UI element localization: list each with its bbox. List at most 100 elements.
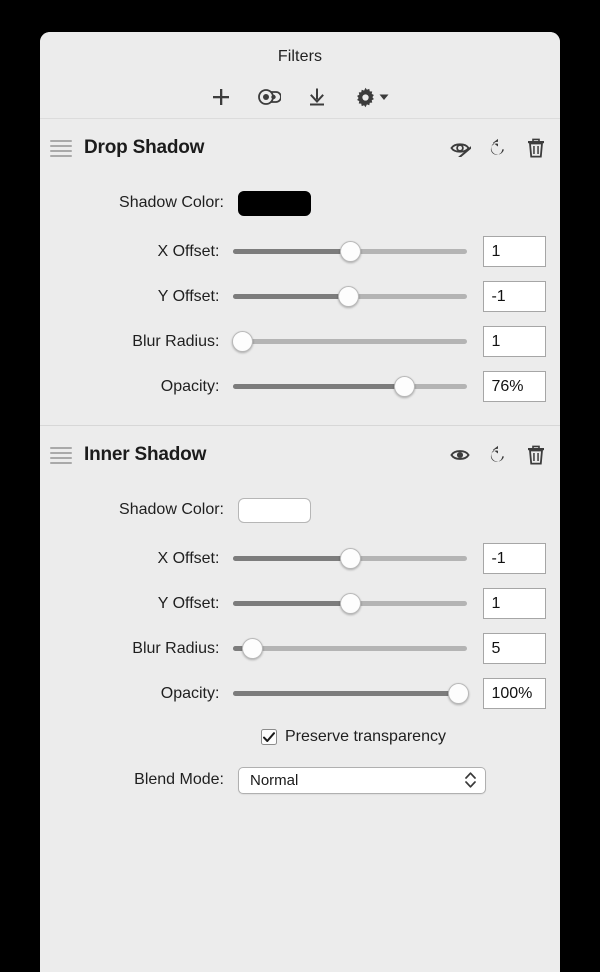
x-offset-label: X Offset:	[157, 242, 220, 260]
toggle-visibility-button[interactable]	[448, 136, 472, 160]
import-filter-button[interactable]	[302, 82, 332, 112]
y-offset-label: Y Offset:	[157, 594, 220, 612]
shadow-color-label: Shadow Color:	[119, 501, 224, 518]
filter-section-drop-shadow: Drop Shadow Shadow Color: X Offset: 1 Y …	[40, 119, 560, 425]
page-title: Filters	[277, 48, 323, 65]
opacity-row: Opacity: 100%	[40, 671, 560, 716]
opacity-label: Opacity:	[160, 684, 220, 702]
eye-slash-icon	[450, 143, 471, 157]
panel-titlebar: Filters	[40, 32, 560, 119]
filters-panel: Filters Drop Shadow Shadow Color: X Offs…	[40, 32, 560, 972]
blend-mode-label: Blend Mode:	[134, 771, 224, 788]
y-offset-slider[interactable]	[233, 592, 468, 616]
opacity-slider[interactable]	[233, 375, 468, 399]
blur-radius-label: Blur Radius:	[132, 332, 220, 350]
reset-icon	[490, 138, 504, 155]
trash-icon	[528, 138, 544, 158]
opacity-label: Opacity:	[160, 377, 220, 395]
y-offset-slider[interactable]	[233, 285, 468, 309]
x-offset-row: X Offset: -1	[40, 536, 560, 581]
shadow-color-label: Shadow Color:	[119, 194, 224, 211]
y-offset-input[interactable]: -1	[483, 281, 546, 312]
stepper-chevrons-icon	[465, 772, 476, 788]
filter-title: Drop Shadow	[84, 137, 205, 158]
filter-title: Inner Shadow	[84, 444, 207, 465]
delete-filter-button[interactable]	[524, 136, 548, 160]
add-filter-button[interactable]	[206, 82, 236, 112]
reset-icon	[490, 445, 504, 462]
shadow-color-swatch[interactable]	[238, 190, 311, 216]
filter-header: Inner Shadow	[40, 426, 560, 484]
clone-icon	[258, 89, 281, 105]
chevron-up-icon	[465, 772, 476, 779]
preserve-transparency-row: Preserve transparency	[40, 716, 560, 758]
slider-fill	[233, 556, 351, 561]
filter-actions	[448, 443, 548, 467]
slider-thumb[interactable]	[339, 593, 361, 614]
filter-section-inner-shadow: Inner Shadow Shadow Color: X Offset: -1 …	[40, 425, 560, 802]
x-offset-slider[interactable]	[233, 547, 468, 571]
reset-filter-button[interactable]	[486, 136, 510, 160]
blur-radius-slider[interactable]	[232, 330, 468, 354]
filter-header: Drop Shadow	[40, 119, 560, 177]
delete-filter-button[interactable]	[524, 443, 548, 467]
slider-thumb[interactable]	[232, 331, 254, 352]
slider-fill	[233, 249, 351, 254]
blur-radius-label: Blur Radius:	[132, 639, 220, 657]
reset-filter-button[interactable]	[486, 443, 510, 467]
y-offset-row: Y Offset: -1	[40, 274, 560, 319]
opacity-slider[interactable]	[233, 682, 469, 706]
slider-thumb[interactable]	[339, 241, 361, 262]
slider-thumb[interactable]	[337, 286, 359, 307]
y-offset-input[interactable]: 1	[483, 588, 546, 619]
drag-handle-icon[interactable]	[50, 446, 72, 465]
slider-thumb[interactable]	[241, 638, 263, 659]
blend-mode-row: Blend Mode: Normal	[40, 758, 560, 802]
filter-actions	[448, 136, 548, 160]
slider-thumb[interactable]	[339, 548, 361, 569]
blur-radius-input[interactable]: 1	[483, 326, 546, 357]
blur-radius-slider[interactable]	[233, 637, 468, 661]
x-offset-input[interactable]: -1	[483, 543, 546, 574]
preserve-transparency-checkbox[interactable]	[261, 729, 277, 745]
slider-thumb[interactable]	[393, 376, 415, 397]
chevron-down-icon	[379, 94, 389, 100]
drag-handle-icon[interactable]	[50, 139, 72, 158]
gear-icon	[357, 87, 374, 107]
shadow-color-row: Shadow Color:	[40, 484, 560, 536]
preserve-transparency-label: Preserve transparency	[285, 728, 446, 745]
slider-fill	[233, 294, 349, 299]
opacity-input[interactable]: 100%	[483, 678, 546, 709]
slider-fill	[233, 601, 351, 606]
slider-track	[233, 646, 468, 651]
slider-track	[233, 339, 468, 344]
chevron-down-icon	[465, 781, 476, 788]
blur-radius-input[interactable]: 5	[483, 633, 546, 664]
checkmark-icon	[263, 731, 275, 742]
blur-radius-row: Blur Radius: 5	[40, 626, 560, 671]
slider-fill	[233, 691, 459, 696]
filters-toolbar	[40, 82, 560, 112]
filter-options-button[interactable]	[350, 82, 394, 112]
slider-thumb[interactable]	[447, 683, 469, 704]
opacity-row: Opacity: 76%	[40, 364, 560, 409]
plus-icon	[213, 89, 229, 105]
x-offset-input[interactable]: 1	[483, 236, 546, 267]
eye-icon	[450, 450, 470, 460]
clone-filter-button[interactable]	[254, 82, 284, 112]
blur-radius-row: Blur Radius: 1	[40, 319, 560, 364]
trash-icon	[528, 445, 544, 465]
toggle-visibility-button[interactable]	[448, 443, 472, 467]
slider-fill	[233, 384, 405, 389]
x-offset-row: X Offset: 1	[40, 229, 560, 274]
opacity-input[interactable]: 76%	[483, 371, 546, 402]
shadow-color-row: Shadow Color:	[40, 177, 560, 229]
x-offset-label: X Offset:	[157, 549, 220, 567]
shadow-color-swatch[interactable]	[238, 497, 311, 523]
blend-mode-select[interactable]: Normal	[238, 766, 486, 794]
download-icon	[310, 88, 324, 106]
y-offset-row: Y Offset: 1	[40, 581, 560, 626]
blend-mode-value: Normal	[250, 771, 299, 789]
y-offset-label: Y Offset:	[157, 287, 220, 305]
x-offset-slider[interactable]	[233, 240, 468, 264]
